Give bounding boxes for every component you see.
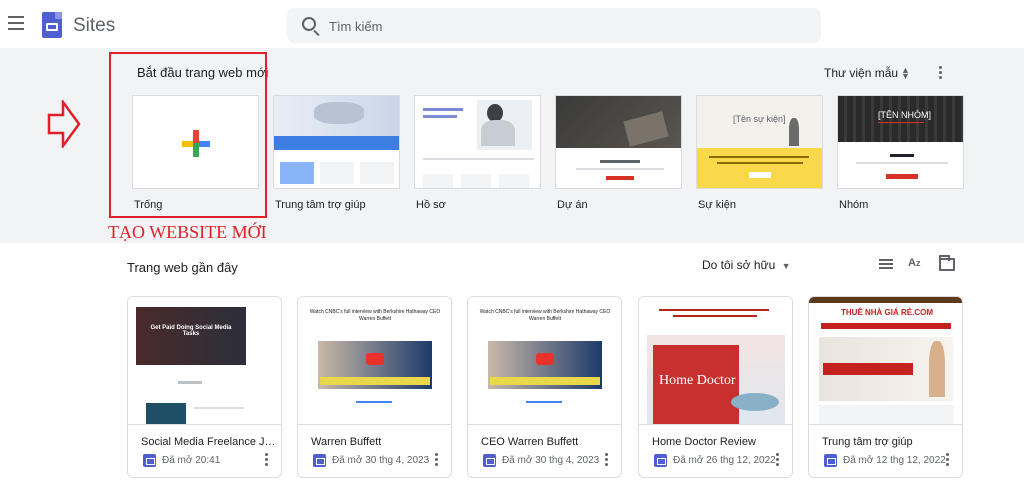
thumbnail-text: Home Doctor — [659, 373, 736, 388]
site-thumbnail: Watch CNBC's full interview with Berkshi… — [298, 297, 451, 425]
template-label: Nhóm — [839, 199, 869, 211]
owner-filter-dropdown[interactable]: Do tôi sở hữu ▼ — [702, 258, 791, 272]
app-header: Sites — [0, 0, 1024, 52]
site-icon — [313, 454, 326, 467]
folder-icon[interactable] — [939, 255, 955, 271]
thumbnail-text: Get Paid Doing Social Media Tasks — [150, 325, 232, 337]
site-name: Warren Buffett — [311, 436, 382, 448]
site-thumbnail: Watch CNBC's full interview with Berkshi… — [468, 297, 621, 425]
template-label: Dự án — [557, 199, 588, 211]
site-thumbnail: Home Doctor — [639, 297, 792, 425]
template-profile[interactable] — [414, 95, 541, 189]
more-options-icon[interactable] — [939, 66, 943, 81]
template-label: Sự kiện — [698, 199, 736, 211]
recent-site-card[interactable]: Home Doctor Home Doctor Review Đã mở 26 … — [638, 296, 793, 478]
more-options-icon[interactable] — [946, 453, 950, 468]
template-team[interactable]: [TÊN NHÓM] — [837, 95, 964, 189]
thumbnail-text: Watch CNBC's full interview with Berkshi… — [309, 309, 441, 322]
site-icon — [143, 454, 156, 467]
site-icon — [483, 454, 496, 467]
list-view-icon[interactable] — [879, 259, 893, 271]
team-name-text: [TÊN NHÓM] — [878, 110, 931, 120]
more-options-icon[interactable] — [776, 453, 780, 468]
thumbnail-text: Watch CNBC's full interview with Berkshi… — [479, 309, 611, 322]
more-options-icon[interactable] — [435, 453, 439, 468]
sort-az-icon[interactable]: Az — [908, 257, 920, 269]
owner-filter-label: Do tôi sở hữu — [702, 258, 776, 272]
last-opened-date: Đã mở 26 thg 12, 2022 — [673, 455, 776, 466]
recent-site-card[interactable]: Watch CNBC's full interview with Berkshi… — [297, 296, 452, 478]
recent-site-card[interactable]: Get Paid Doing Social Media Tasks Social… — [127, 296, 282, 478]
section-title-recent: Trang web gần đây — [127, 260, 238, 275]
sites-logo-icon[interactable] — [42, 12, 62, 38]
highlight-box — [109, 52, 267, 218]
thumbnail-text: THUÊ NHÀ GIÁ RẺ.COM — [841, 308, 933, 317]
template-label: Hồ sơ — [416, 199, 446, 211]
template-gallery-button[interactable]: Thư viện mẫu — [824, 66, 898, 80]
site-thumbnail: Get Paid Doing Social Media Tasks — [128, 297, 281, 425]
recent-site-card[interactable]: THUÊ NHÀ GIÁ RẺ.COM Trung tâm trợ giúp Đ… — [808, 296, 963, 478]
search-bar[interactable] — [287, 8, 821, 43]
app-title: Sites — [73, 15, 116, 36]
last-opened-date: Đã mở 12 thg 12, 2022 — [843, 455, 946, 466]
search-icon[interactable] — [302, 17, 316, 31]
site-name: Trung tâm trợ giúp — [822, 436, 913, 448]
annotation-label: TẠO WEBSITE MỚI — [108, 222, 267, 242]
hamburger-menu-icon[interactable] — [8, 16, 24, 30]
last-opened-date: Đã mở 30 thg 4, 2023 — [502, 455, 600, 466]
site-name: Home Doctor Review — [652, 436, 756, 448]
template-help-center[interactable] — [273, 95, 400, 189]
template-project[interactable] — [555, 95, 682, 189]
search-input[interactable] — [329, 15, 799, 37]
dropdown-caret-icon: ▼ — [781, 261, 791, 271]
template-event[interactable]: [Tên sự kiện] — [696, 95, 823, 189]
recent-site-card[interactable]: Watch CNBC's full interview with Berkshi… — [467, 296, 622, 478]
expand-collapse-icon[interactable]: ▲ ▼ — [901, 66, 910, 81]
more-options-icon[interactable] — [265, 453, 269, 468]
site-name: Social Media Freelance Jo... — [141, 436, 277, 448]
event-name-text: [Tên sự kiện] — [733, 114, 786, 124]
last-opened-date: Đã mở 30 thg 4, 2023 — [332, 455, 430, 466]
template-label: Trung tâm trợ giúp — [275, 199, 366, 211]
site-name: CEO Warren Buffett — [481, 436, 579, 448]
site-icon — [654, 454, 667, 467]
more-options-icon[interactable] — [605, 453, 609, 468]
arrow-right-icon — [47, 100, 81, 148]
site-thumbnail: THUÊ NHÀ GIÁ RẺ.COM — [809, 297, 962, 425]
site-icon — [824, 454, 837, 467]
last-opened-date: Đã mở 20:41 — [162, 455, 221, 466]
